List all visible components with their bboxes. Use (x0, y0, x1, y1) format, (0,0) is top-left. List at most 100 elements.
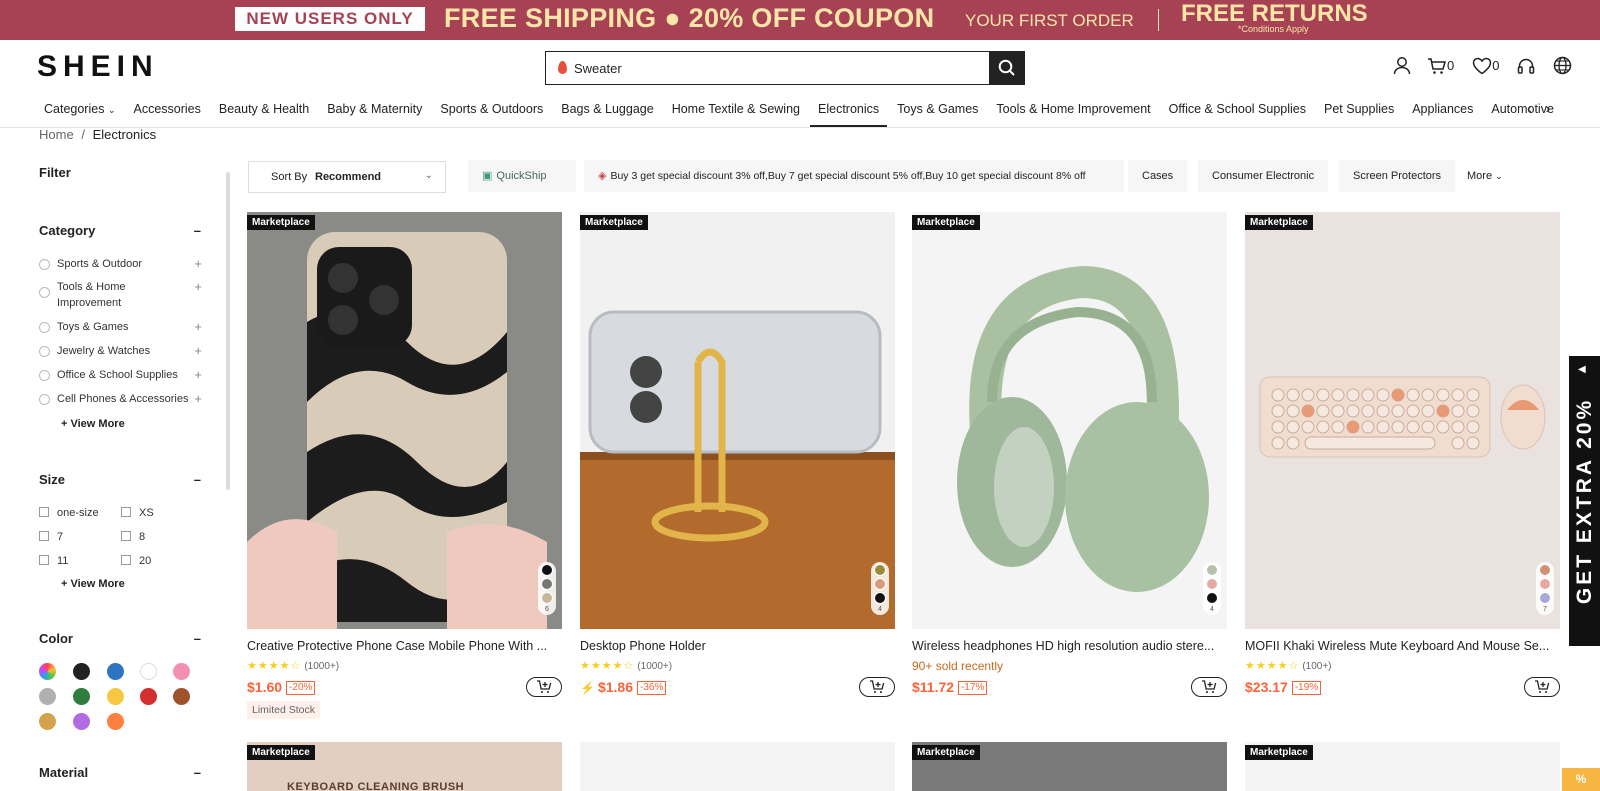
search-bar[interactable] (545, 51, 1025, 85)
product-title[interactable]: Wireless headphones HD high resolution a… (912, 639, 1227, 653)
expand-icon[interactable]: + (194, 319, 202, 335)
percent-badge[interactable]: % (1562, 768, 1600, 791)
category-item[interactable]: Cell Phones & Accessories + (39, 391, 202, 407)
expand-icon[interactable]: + (194, 343, 202, 359)
checkbox[interactable] (121, 507, 131, 517)
size-checkbox[interactable]: XS (121, 507, 154, 519)
collapse-icon[interactable]: – (194, 223, 201, 238)
cart-button[interactable]: 0 (1427, 57, 1454, 75)
color-swatch[interactable] (173, 688, 190, 705)
nav-tools-home[interactable]: Tools & Home Improvement (996, 97, 1150, 127)
color-swatch[interactable] (140, 688, 157, 705)
product-image-partial[interactable]: Marketplace (912, 742, 1227, 791)
color-swatch[interactable] (107, 688, 124, 705)
sort-dropdown[interactable]: Sort By Recommend ⌄ (248, 161, 446, 193)
radio-button[interactable] (39, 394, 50, 405)
category-item[interactable]: Tools & Home Improvement + (39, 279, 202, 311)
chip-screen-protectors[interactable]: Screen Protectors (1339, 160, 1456, 192)
checkbox[interactable] (39, 555, 49, 565)
collapse-icon[interactable]: – (194, 765, 201, 780)
chip-cases[interactable]: Cases (1128, 160, 1188, 192)
checkbox[interactable] (39, 531, 49, 541)
chip-consumer-electronic[interactable]: Consumer Electronic (1198, 160, 1329, 192)
variant-dot[interactable] (541, 564, 553, 576)
category-item[interactable]: Jewelry & Watches + (39, 343, 202, 359)
radio-button[interactable] (39, 346, 50, 357)
variant-dot[interactable] (874, 578, 886, 590)
support-button[interactable] (1517, 57, 1535, 75)
breadcrumb-home[interactable]: Home (39, 127, 74, 142)
color-swatch[interactable] (73, 663, 90, 680)
product-title[interactable]: MOFII Khaki Wireless Mute Keyboard And M… (1245, 639, 1560, 653)
color-swatch[interactable] (107, 663, 124, 680)
nav-toys-games[interactable]: Toys & Games (897, 97, 978, 127)
expand-icon[interactable]: + (194, 367, 202, 383)
nav-home-textile[interactable]: Home Textile & Sewing (672, 97, 800, 127)
color-variants[interactable]: 4 (871, 562, 889, 615)
variant-dot[interactable] (1206, 578, 1218, 590)
discount-chip[interactable]: ◈ Buy 3 get special discount 3% off,Buy 7… (584, 160, 1124, 192)
product-title[interactable]: Creative Protective Phone Case Mobile Ph… (247, 639, 562, 653)
wishlist-button[interactable]: 0 (1472, 57, 1499, 75)
size-checkbox[interactable]: one-size (39, 507, 99, 519)
size-checkbox[interactable]: 20 (121, 555, 151, 567)
language-button[interactable] (1553, 56, 1572, 75)
collapse-icon[interactable]: – (194, 631, 201, 646)
chevron-right-icon[interactable]: › (1546, 100, 1551, 116)
nav-sports-outdoors[interactable]: Sports & Outdoors (440, 97, 543, 127)
color-swatch[interactable] (73, 688, 90, 705)
variant-dot[interactable] (1539, 564, 1551, 576)
variant-dot[interactable] (541, 592, 553, 604)
color-section-header[interactable]: Color – (39, 631, 201, 646)
product-image[interactable]: Marketplace 6 (247, 212, 562, 629)
checkbox[interactable] (39, 507, 49, 517)
add-to-cart-button[interactable] (526, 677, 562, 697)
add-to-cart-button[interactable] (1524, 677, 1560, 697)
material-section-header[interactable]: Material – (39, 765, 201, 780)
nav-beauty-health[interactable]: Beauty & Health (219, 97, 309, 127)
nav-office-school[interactable]: Office & School Supplies (1169, 97, 1306, 127)
product-card[interactable]: Marketplace 4 Wireless headphones HD hig… (912, 212, 1227, 712)
size-checkbox[interactable]: 8 (121, 531, 145, 543)
nav-appliances[interactable]: Appliances (1412, 97, 1473, 127)
color-swatch[interactable] (39, 713, 56, 730)
category-section-header[interactable]: Category – (39, 223, 201, 238)
color-swatch-multi[interactable] (39, 663, 56, 680)
variant-dot[interactable] (1206, 592, 1218, 604)
account-button[interactable] (1393, 56, 1411, 75)
chevron-left-icon[interactable]: ‹ (1527, 100, 1532, 116)
variant-dot[interactable] (874, 592, 886, 604)
category-item[interactable]: Sports & Outdoor + (39, 256, 202, 272)
size-checkbox[interactable]: 11 (39, 555, 68, 567)
add-to-cart-button[interactable] (1191, 677, 1227, 697)
product-image[interactable]: Marketplace 4 (580, 212, 895, 629)
product-image-partial[interactable]: Marketplace (1245, 742, 1560, 791)
expand-icon[interactable]: + (194, 391, 202, 407)
color-swatch[interactable] (39, 688, 56, 705)
product-card[interactable]: Marketplace 4 Desktop Phone Holder ★★★★☆… (580, 212, 895, 712)
search-input[interactable] (574, 52, 974, 84)
color-swatch[interactable] (140, 663, 157, 680)
variant-dot[interactable] (874, 564, 886, 576)
color-swatch[interactable] (73, 713, 90, 730)
variant-dot[interactable] (1206, 564, 1218, 576)
variant-dot[interactable] (1539, 592, 1551, 604)
variant-dot[interactable] (1539, 578, 1551, 590)
search-field-wrap[interactable] (546, 52, 989, 84)
variant-dot[interactable] (541, 578, 553, 590)
product-image[interactable]: Marketplace 7 (1245, 212, 1560, 629)
shein-logo[interactable]: SHEIN (37, 50, 159, 84)
product-image[interactable]: Marketplace 4 (912, 212, 1227, 629)
size-view-more[interactable]: + View More (61, 578, 125, 590)
get-extra-banner[interactable]: ◀ GET EXTRA 20% (1569, 356, 1600, 646)
nav-bags-luggage[interactable]: Bags & Luggage (561, 97, 653, 127)
more-filters[interactable]: More ⌄ (1467, 170, 1503, 182)
radio-button[interactable] (39, 370, 50, 381)
sidebar-scrollbar[interactable] (226, 172, 230, 490)
color-variants[interactable]: 6 (538, 562, 556, 615)
expand-icon[interactable]: + (194, 279, 202, 295)
product-image-partial[interactable] (580, 742, 895, 791)
radio-button[interactable] (39, 322, 50, 333)
color-variants[interactable]: 7 (1536, 562, 1554, 615)
checkbox[interactable] (121, 555, 131, 565)
